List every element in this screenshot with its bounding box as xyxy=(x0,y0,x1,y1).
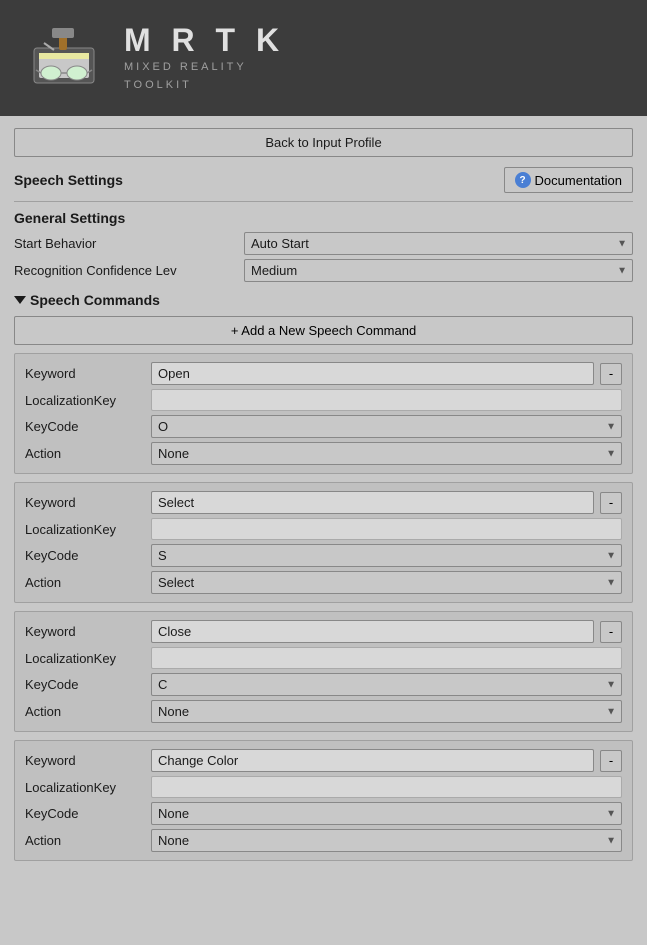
documentation-button[interactable]: ? Documentation xyxy=(504,167,633,193)
collapse-triangle-icon[interactable] xyxy=(14,296,26,304)
command-2-action-select-wrapper: None ▼ xyxy=(151,700,622,723)
command-2-keyword-row: Keyword - xyxy=(25,620,622,643)
start-behavior-select-wrapper: Auto Start ▼ xyxy=(244,232,633,255)
command-1-action-select-wrapper: Select ▼ xyxy=(151,571,622,594)
mrtk-logo-icon xyxy=(24,18,104,98)
command-2-action-select[interactable]: None xyxy=(151,700,622,723)
command-0-action-row: Action None ▼ xyxy=(25,442,622,465)
command-0-keycode-label: KeyCode xyxy=(25,419,145,434)
speech-settings-header-row: Speech Settings ? Documentation xyxy=(14,167,633,193)
command-3-action-row: Action None ▼ xyxy=(25,829,622,852)
command-0-localization-label: LocalizationKey xyxy=(25,393,145,408)
command-3-keyword-label: Keyword xyxy=(25,753,145,768)
add-speech-command-button[interactable]: + Add a New Speech Command xyxy=(14,316,633,345)
command-2-action-label: Action xyxy=(25,704,145,719)
command-1-keycode-select-wrapper: S ▼ xyxy=(151,544,622,567)
divider-1 xyxy=(14,201,633,202)
command-card-1: Keyword - LocalizationKey KeyCode S ▼ Ac… xyxy=(14,482,633,603)
command-1-keycode-label: KeyCode xyxy=(25,548,145,563)
command-1-action-select[interactable]: Select xyxy=(151,571,622,594)
command-2-localization-input[interactable] xyxy=(151,647,622,669)
command-0-action-select[interactable]: None xyxy=(151,442,622,465)
command-0-keycode-select-wrapper: O ▼ xyxy=(151,415,622,438)
command-3-action-select-wrapper: None ▼ xyxy=(151,829,622,852)
command-3-localization-row: LocalizationKey xyxy=(25,776,622,798)
speech-settings-title: Speech Settings xyxy=(14,172,123,188)
command-1-keyword-input[interactable] xyxy=(151,491,594,514)
command-3-action-select[interactable]: None xyxy=(151,829,622,852)
command-2-keyword-label: Keyword xyxy=(25,624,145,639)
start-behavior-label: Start Behavior xyxy=(14,236,244,251)
command-1-keyword-label: Keyword xyxy=(25,495,145,510)
logo-subtitle-line1: MIXED REALITY xyxy=(124,59,285,77)
command-0-action-select-wrapper: None ▼ xyxy=(151,442,622,465)
command-1-localization-input[interactable] xyxy=(151,518,622,540)
command-2-action-row: Action None ▼ xyxy=(25,700,622,723)
command-2-remove-button[interactable]: - xyxy=(600,621,622,643)
command-1-keycode-select[interactable]: S xyxy=(151,544,622,567)
command-0-remove-button[interactable]: - xyxy=(600,363,622,385)
start-behavior-select[interactable]: Auto Start xyxy=(244,232,633,255)
command-2-localization-row: LocalizationKey xyxy=(25,647,622,669)
logo-text-block: M R T K MIXED REALITY TOOLKIT xyxy=(124,22,285,94)
command-0-keycode-select[interactable]: O xyxy=(151,415,622,438)
speech-commands-title: Speech Commands xyxy=(30,292,160,308)
command-1-keyword-row: Keyword - xyxy=(25,491,622,514)
command-2-keycode-label: KeyCode xyxy=(25,677,145,692)
command-0-keyword-row: Keyword - xyxy=(25,362,622,385)
command-3-action-label: Action xyxy=(25,833,145,848)
command-1-remove-button[interactable]: - xyxy=(600,492,622,514)
recognition-confidence-row: Recognition Confidence Lev Medium ▼ xyxy=(14,259,633,282)
start-behavior-row: Start Behavior Auto Start ▼ xyxy=(14,232,633,255)
recognition-confidence-label: Recognition Confidence Lev xyxy=(14,263,244,278)
command-3-keyword-input[interactable] xyxy=(151,749,594,772)
command-1-localization-label: LocalizationKey xyxy=(25,522,145,537)
command-2-keycode-select[interactable]: C xyxy=(151,673,622,696)
command-1-action-row: Action Select ▼ xyxy=(25,571,622,594)
command-1-keycode-row: KeyCode S ▼ xyxy=(25,544,622,567)
command-3-localization-label: LocalizationKey xyxy=(25,780,145,795)
command-2-keyword-input[interactable] xyxy=(151,620,594,643)
command-2-localization-label: LocalizationKey xyxy=(25,651,145,666)
command-card-2: Keyword - LocalizationKey KeyCode C ▼ Ac… xyxy=(14,611,633,732)
recognition-confidence-select-wrapper: Medium ▼ xyxy=(244,259,633,282)
logo-subtitle-line2: TOOLKIT xyxy=(124,77,285,95)
general-settings-title: General Settings xyxy=(14,210,633,226)
command-0-keyword-input[interactable] xyxy=(151,362,594,385)
command-3-keycode-label: KeyCode xyxy=(25,806,145,821)
command-3-keycode-select-wrapper: None ▼ xyxy=(151,802,622,825)
command-card-3: Keyword - LocalizationKey KeyCode None ▼… xyxy=(14,740,633,861)
documentation-label: Documentation xyxy=(535,173,622,188)
command-card-0: Keyword - LocalizationKey KeyCode O ▼ Ac… xyxy=(14,353,633,474)
recognition-confidence-select[interactable]: Medium xyxy=(244,259,633,282)
command-3-localization-input[interactable] xyxy=(151,776,622,798)
command-0-keycode-row: KeyCode O ▼ xyxy=(25,415,622,438)
command-0-keyword-label: Keyword xyxy=(25,366,145,381)
command-0-action-label: Action xyxy=(25,446,145,461)
back-to-input-profile-button[interactable]: Back to Input Profile xyxy=(14,128,633,157)
speech-commands-header: Speech Commands xyxy=(14,292,633,308)
command-1-action-label: Action xyxy=(25,575,145,590)
command-0-localization-input[interactable] xyxy=(151,389,622,411)
command-3-remove-button[interactable]: - xyxy=(600,750,622,772)
doc-info-icon: ? xyxy=(515,172,531,188)
content-area: Back to Input Profile Speech Settings ? … xyxy=(0,116,647,881)
command-3-keycode-row: KeyCode None ▼ xyxy=(25,802,622,825)
header: M R T K MIXED REALITY TOOLKIT xyxy=(0,0,647,116)
command-3-keycode-select[interactable]: None xyxy=(151,802,622,825)
command-1-localization-row: LocalizationKey xyxy=(25,518,622,540)
logo-title: M R T K xyxy=(124,22,285,59)
command-2-keycode-select-wrapper: C ▼ xyxy=(151,673,622,696)
command-3-keyword-row: Keyword - xyxy=(25,749,622,772)
command-0-localization-row: LocalizationKey xyxy=(25,389,622,411)
command-2-keycode-row: KeyCode C ▼ xyxy=(25,673,622,696)
